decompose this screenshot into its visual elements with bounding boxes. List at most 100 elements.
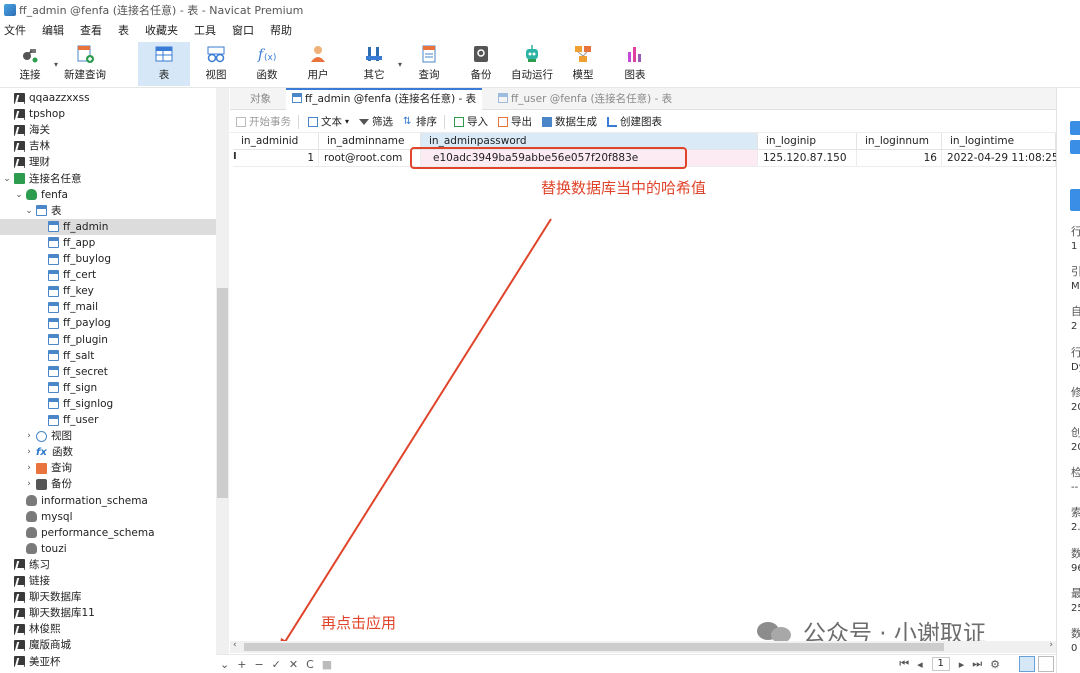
column-header-in-loginnum[interactable]: in_loginnum (857, 133, 942, 150)
ddl-tab-icon[interactable] (1070, 140, 1080, 154)
menu-table[interactable]: 表 (114, 22, 139, 38)
sidebar-table-ff-secret[interactable]: ff_secret (0, 364, 216, 380)
sidebar-table-ff-admin[interactable]: ff_admin (0, 218, 216, 235)
sidebar-connection[interactable]: 练习 (0, 557, 216, 573)
cell-in-adminname[interactable]: root@root.com (319, 150, 421, 167)
data-generation-button[interactable]: 数据生成 (542, 114, 597, 129)
scroll-left-icon[interactable]: ‹ (233, 640, 237, 650)
sidebar-database-fenfa[interactable]: ⌄ fenfa (0, 187, 216, 203)
tab-ff-admin[interactable]: ff_admin @fenfa (连接名任意) - 表 (286, 88, 483, 110)
chevron-down-icon[interactable]: ⌄ (24, 203, 34, 219)
model-button[interactable]: 模型 (557, 42, 609, 86)
filter-button[interactable]: 筛选 (359, 114, 393, 129)
sidebar-connection[interactable]: 聊天数据库 (0, 589, 216, 605)
sidebar-database-performance-schema[interactable]: performance_schema (0, 525, 216, 541)
cell-in-adminid[interactable]: 1 (233, 150, 319, 167)
table-button[interactable]: 表 (138, 42, 190, 86)
apply-button[interactable]: ✓ (272, 658, 281, 671)
auto-run-button[interactable]: 自动运行 (506, 42, 558, 86)
sidebar-connection[interactable]: qqaazzxxss (0, 90, 216, 106)
stop-button[interactable]: ■ (322, 658, 332, 671)
create-chart-button[interactable]: 创建图表 (607, 114, 662, 129)
text-button[interactable]: 文本 ▾ (308, 114, 349, 129)
sidebar-database-information-schema[interactable]: information_schema (0, 493, 216, 509)
query-button[interactable]: 查询 (403, 42, 455, 86)
delete-record-button[interactable]: − (254, 658, 263, 671)
cell-in-loginip[interactable]: 125.120.87.150 (758, 150, 857, 167)
menu-help[interactable]: 帮助 (266, 22, 302, 38)
form-view-icon[interactable] (1038, 656, 1054, 672)
tab-objects[interactable]: 对象 (244, 88, 277, 110)
chevron-right-icon[interactable]: › (24, 444, 34, 460)
backup-button[interactable]: 备份 (455, 42, 507, 86)
sidebar-table-ff-cert[interactable]: ff_cert (0, 267, 216, 283)
cell-in-logintime[interactable]: 2022-04-29 11:08:25 (942, 150, 1059, 167)
sidebar-table-ff-sign[interactable]: ff_sign (0, 380, 216, 396)
menu-favorites[interactable]: 收藏夹 (141, 22, 188, 38)
column-header-in-adminname[interactable]: in_adminname (319, 133, 421, 150)
chevron-down-icon[interactable]: ⌄ (14, 187, 24, 203)
scroll-right-icon[interactable]: › (1049, 640, 1053, 650)
sidebar-connection-open[interactable]: ⌄ 连接名任意 (0, 171, 216, 187)
sidebar-table-ff-user[interactable]: ff_user (0, 412, 216, 428)
collapse-chevron-icon[interactable]: ⌄ (220, 658, 229, 671)
sidebar-database-touzi[interactable]: touzi (0, 541, 216, 557)
menu-view[interactable]: 查看 (76, 22, 112, 38)
info-tab-icon[interactable] (1070, 121, 1080, 135)
chevron-right-icon[interactable]: › (24, 428, 34, 444)
menu-edit[interactable]: 编辑 (38, 22, 74, 38)
refresh-button[interactable]: C (306, 658, 314, 671)
begin-transaction-button[interactable]: 开始事务 (236, 114, 291, 129)
grid-horizontal-scrollbar[interactable]: ‹ › (230, 640, 1056, 653)
sidebar-table-ff-paylog[interactable]: ff_paylog (0, 315, 216, 331)
column-header-in-logintime[interactable]: in_logintime (942, 133, 1056, 150)
sidebar-table-ff-signlog[interactable]: ff_signlog (0, 396, 216, 412)
other-button[interactable]: 其它 ▾ (348, 42, 402, 86)
function-button[interactable]: f (x) 函数 (241, 42, 293, 86)
chevron-right-icon[interactable]: › (24, 460, 34, 476)
column-header-in-adminid[interactable]: in_adminid (233, 133, 319, 150)
sidebar-scrollbar[interactable] (216, 88, 229, 673)
menu-file[interactable]: 文件 (0, 22, 36, 38)
sidebar-group-backup[interactable]: › 备份 (0, 476, 216, 492)
discard-button[interactable]: ✕ (289, 658, 298, 671)
sidebar-group-function[interactable]: › fx 函数 (0, 444, 216, 460)
sidebar-database-mysql[interactable]: mysql (0, 509, 216, 525)
sidebar-connection[interactable]: 林俊熙 (0, 621, 216, 637)
previous-page-icon[interactable]: ◂ (917, 658, 923, 671)
import-button[interactable]: 导入 (454, 114, 488, 129)
chevron-right-icon[interactable]: › (24, 476, 34, 492)
sidebar-group-query[interactable]: › 查询 (0, 460, 216, 476)
export-button[interactable]: 导出 (498, 114, 532, 129)
sidebar-connection[interactable]: 聊天数据库11 (0, 605, 216, 621)
first-page-icon[interactable]: ⏮ (899, 657, 909, 671)
page-number-input[interactable]: 1 (931, 657, 950, 671)
sidebar-connection[interactable]: 链接 (0, 573, 216, 589)
next-page-icon[interactable]: ▸ (959, 658, 965, 671)
sidebar-connection[interactable]: 海关 (0, 122, 216, 138)
sidebar-table-ff-salt[interactable]: ff_salt (0, 348, 216, 364)
sidebar-table-ff-app[interactable]: ff_app (0, 235, 216, 251)
sidebar-table-ff-mail[interactable]: ff_mail (0, 299, 216, 315)
sidebar-group-view[interactable]: › 视图 (0, 428, 216, 444)
sort-button[interactable]: ⇅ 排序 (403, 114, 437, 129)
menu-tools[interactable]: 工具 (190, 22, 226, 38)
cell-in-loginnum[interactable]: 16 (857, 150, 942, 167)
view-button[interactable]: 视图 (190, 42, 242, 86)
sidebar-table-ff-buylog[interactable]: ff_buylog (0, 251, 216, 267)
settings-gear-icon[interactable]: ⚙ (990, 658, 1000, 671)
sidebar-connection[interactable]: 吉林 (0, 138, 216, 154)
sidebar-connection[interactable]: 魔版商城 (0, 637, 216, 653)
column-header-in-loginip[interactable]: in_loginip (758, 133, 857, 150)
sidebar-connection[interactable]: 美亚杯 (0, 654, 216, 670)
sidebar-connection[interactable]: tpshop (0, 106, 216, 122)
grid-view-icon[interactable] (1019, 656, 1035, 672)
chevron-down-icon[interactable]: ⌄ (2, 171, 12, 187)
sidebar-connection[interactable]: 理财 (0, 154, 216, 170)
user-button[interactable]: 用户 (292, 42, 344, 86)
add-record-button[interactable]: + (237, 658, 246, 671)
sidebar-tables-group[interactable]: ⌄ 表 (0, 203, 216, 219)
last-page-icon[interactable]: ⏭ (972, 657, 982, 671)
chart-button[interactable]: 图表 (609, 42, 661, 86)
menu-window[interactable]: 窗口 (228, 22, 264, 38)
